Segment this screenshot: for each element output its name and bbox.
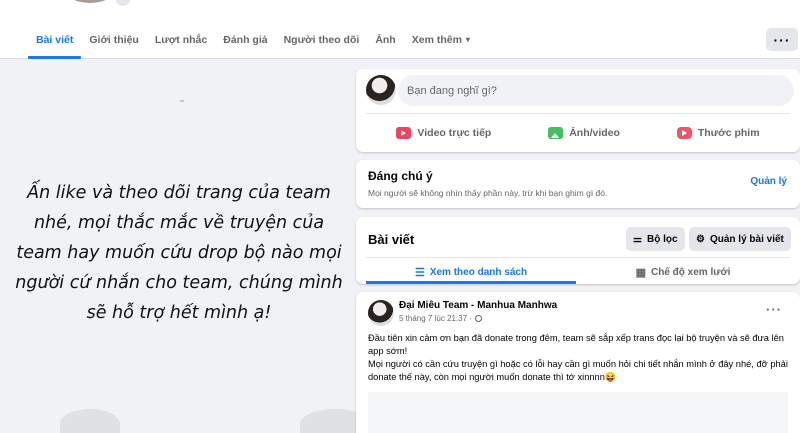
- featured-section: Đáng chú ý Mọi người sẽ không nhìn thấy …: [356, 160, 800, 208]
- grid-view-tab[interactable]: ▦ Chế độ xem lưới: [578, 260, 788, 284]
- decoration: [180, 100, 184, 102]
- live-video-button[interactable]: Video trực tiếp: [396, 120, 491, 146]
- action-label: Thước phim: [697, 127, 760, 139]
- featured-manage-link[interactable]: Quản lý: [750, 176, 787, 187]
- tab-label: Đánh giá: [223, 33, 268, 46]
- featured-subtitle: Mọi người sẽ không nhìn thấy phần này, t…: [368, 188, 608, 198]
- tab-label: Ảnh: [375, 33, 396, 46]
- tab-see-more[interactable]: Xem thêm ▾: [404, 20, 478, 59]
- profile-tabs-bar: Bài viết Giới thiệu Lượt nhắc Đánh giá N…: [0, 0, 800, 59]
- post-paragraph: Mọi người có cần cứu truyện gì hoặc có l…: [368, 359, 788, 382]
- decoration: [300, 409, 356, 433]
- button-label: Quản lý bài viết: [709, 233, 784, 245]
- globe-icon: [474, 315, 482, 322]
- composer-actions: Video trực tiếp Ảnh/video Thước phim: [368, 120, 788, 146]
- post-body: Đầu tiên xin cảm ơn bạn đã donate trong …: [368, 332, 792, 384]
- avatar[interactable]: [368, 300, 394, 326]
- profile-avatar[interactable]: [58, 0, 122, 6]
- filter-button[interactable]: ⚌ Bộ lọc: [626, 227, 685, 251]
- divider: [366, 113, 790, 114]
- featured-title: Đáng chú ý: [368, 169, 433, 183]
- status-input[interactable]: Bạn đang nghĩ gì?: [398, 75, 794, 106]
- more-options-button[interactable]: ···: [766, 28, 798, 51]
- grid-icon: ▦: [635, 266, 647, 279]
- photo-video-button[interactable]: Ảnh/video: [548, 120, 620, 146]
- tab-label: Xem thêm: [411, 33, 462, 46]
- tab-photos[interactable]: Ảnh: [367, 20, 403, 59]
- post-composer: Bạn đang nghĩ gì? Video trực tiếp Ảnh/vi…: [356, 69, 800, 152]
- banner-text: Ấn like và theo dõi trang của team nhé, …: [15, 183, 343, 323]
- filter-icon: ⚌: [633, 233, 642, 245]
- tab-about[interactable]: Giới thiệu: [81, 20, 146, 59]
- tab-mentions[interactable]: Lượt nhắc: [147, 20, 215, 59]
- tab-label: Người theo dõi: [283, 33, 360, 46]
- gear-icon: ⚙: [696, 233, 705, 245]
- decoration: [60, 409, 120, 433]
- posts-title: Bài viết: [368, 232, 415, 247]
- post-time-text: 5 tháng 7 lúc 21:37 ·: [399, 314, 472, 323]
- tab-posts[interactable]: Bài viết: [28, 20, 82, 59]
- tab-label: Bài viết: [36, 33, 74, 46]
- tab-label: Giới thiệu: [89, 33, 139, 46]
- chevron-down-icon: ▾: [465, 35, 470, 44]
- camera-badge-icon[interactable]: [116, 0, 130, 6]
- post-paragraph: Đầu tiên xin cảm ơn bạn đã donate trong …: [368, 333, 784, 356]
- post-options-button[interactable]: ···: [766, 302, 782, 317]
- post-card: Đại Miêu Team - Manhua Manhwa 5 tháng 7 …: [356, 292, 800, 433]
- tab-label: Lượt nhắc: [154, 33, 208, 46]
- action-label: Video trực tiếp: [417, 127, 492, 139]
- posts-header: Bài viết ⚌ Bộ lọc ⚙ Quản lý bài viết ☰ Xem …: [356, 217, 800, 284]
- profile-tabs: Bài viết Giới thiệu Lượt nhắc Đánh giá N…: [28, 20, 478, 59]
- photo-icon: [548, 127, 564, 139]
- button-label: Bộ lọc: [646, 233, 678, 245]
- post-media[interactable]: [368, 392, 788, 433]
- reel-icon: [676, 127, 692, 139]
- tab-followers[interactable]: Người theo dõi: [276, 20, 368, 59]
- intro-banner: Ấn like và theo dõi trang của team nhé, …: [0, 60, 356, 433]
- action-label: Ảnh/video: [569, 127, 620, 139]
- manage-posts-button[interactable]: ⚙ Quản lý bài viết: [689, 227, 791, 251]
- avatar[interactable]: [366, 75, 396, 105]
- tab-label: Chế độ xem lưới: [651, 266, 731, 278]
- post-time[interactable]: 5 tháng 7 lúc 21:37 ·: [399, 314, 482, 323]
- list-icon: ☰: [414, 266, 425, 279]
- tab-label: Xem theo danh sách: [429, 266, 528, 278]
- list-view-tab[interactable]: ☰ Xem theo danh sách: [366, 260, 576, 284]
- reel-button[interactable]: Thước phim: [676, 120, 760, 146]
- post-author[interactable]: Đại Miêu Team - Manhua Manhwa: [399, 300, 557, 311]
- tab-reviews[interactable]: Đánh giá: [215, 20, 275, 59]
- live-video-icon: [396, 127, 412, 139]
- divider: [366, 257, 790, 258]
